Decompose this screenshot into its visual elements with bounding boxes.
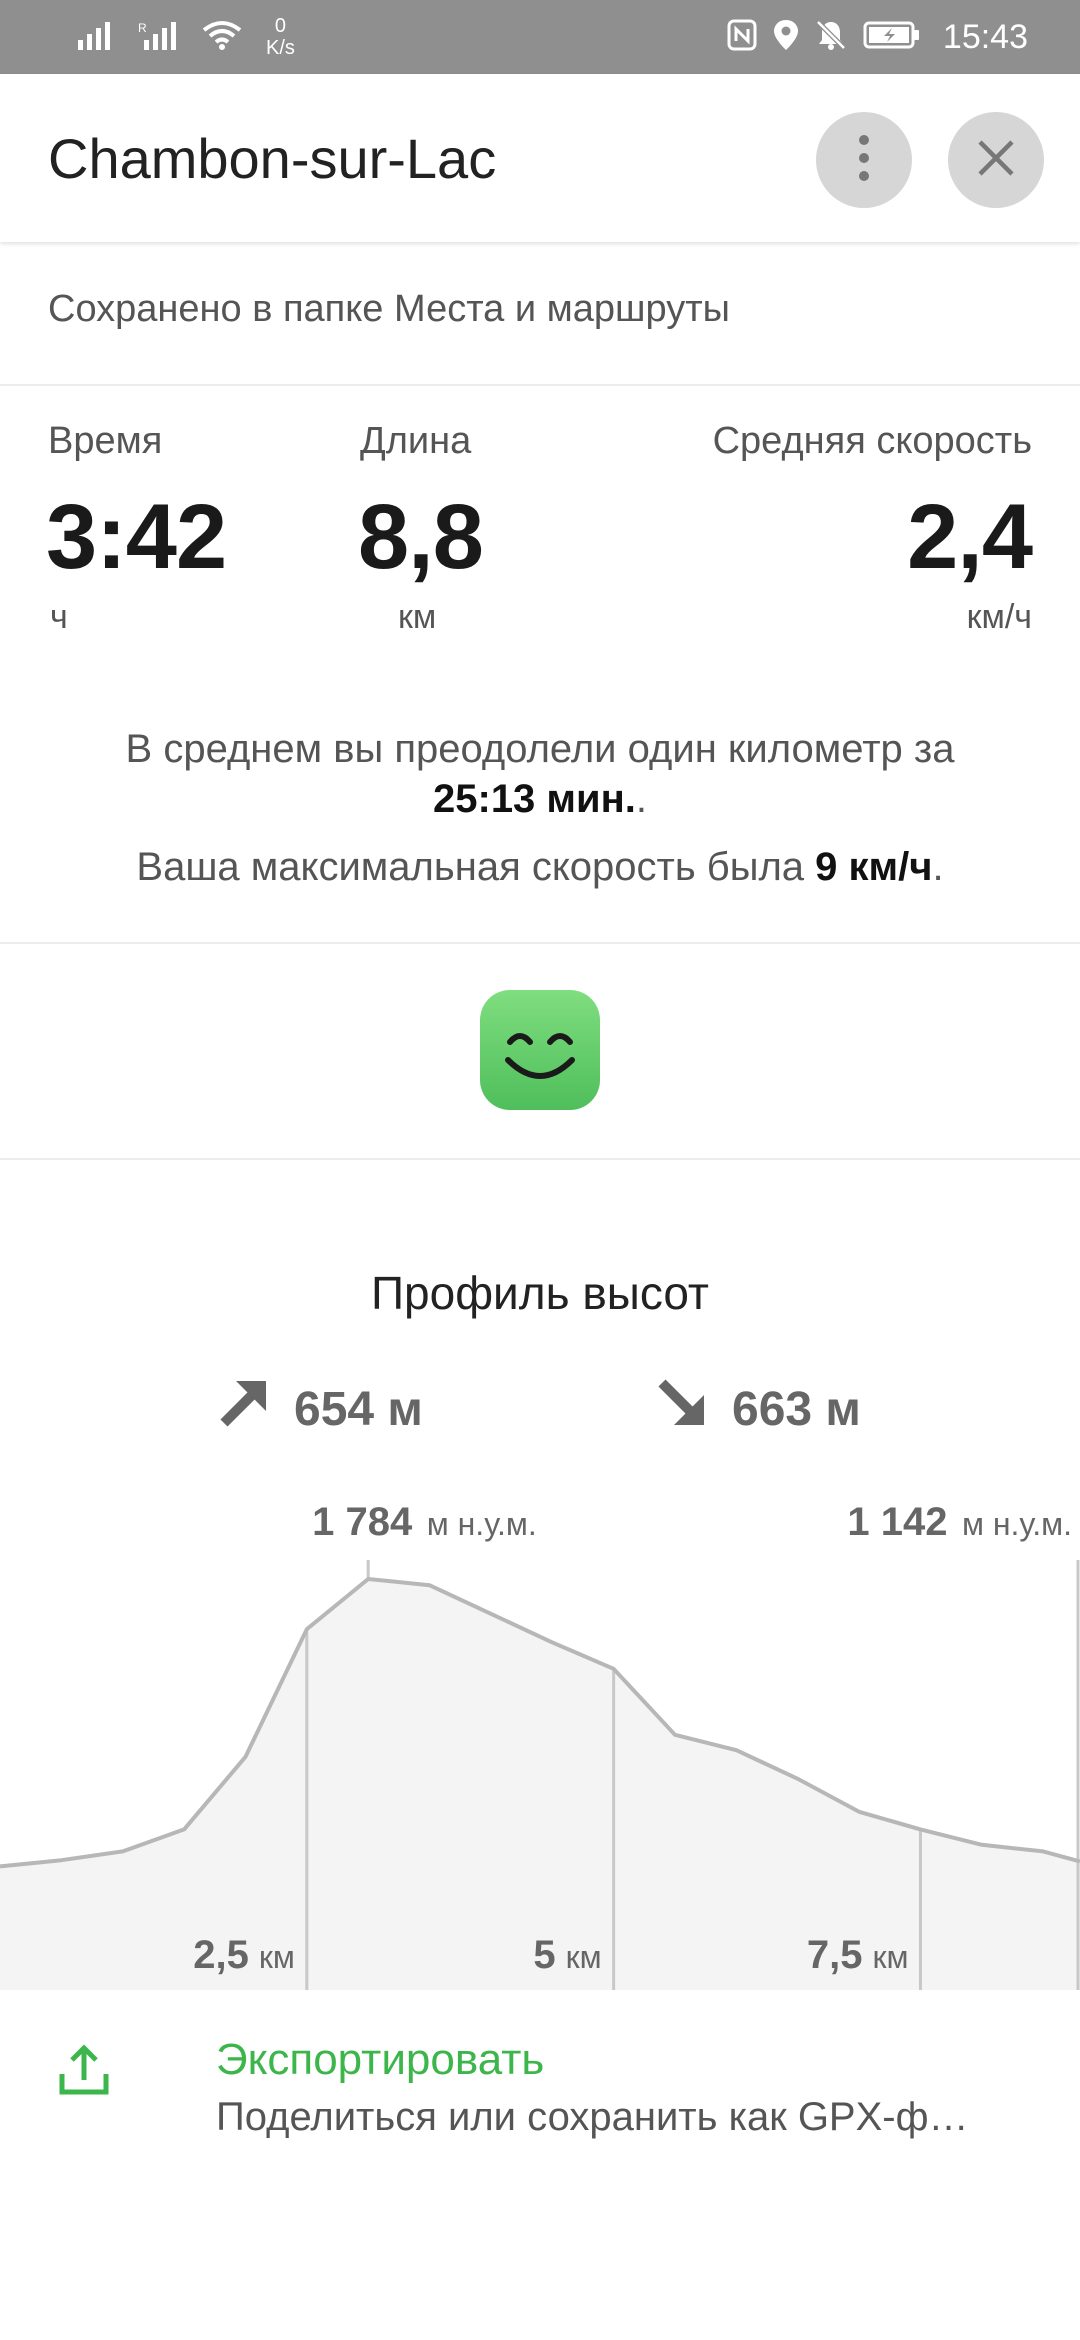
- close-button[interactable]: [948, 112, 1044, 208]
- saved-folder-text[interactable]: Сохранено в папке Места и маршруты: [48, 288, 730, 331]
- max-elevation-unit: м н.у.м.: [427, 1506, 537, 1542]
- x-tick-value: 7,5: [807, 1933, 863, 1977]
- x-tick-unit: км: [259, 1939, 295, 1975]
- clock: 15:43: [942, 17, 1028, 56]
- smiling-face-icon[interactable]: [480, 990, 600, 1110]
- svg-text:R: R: [138, 21, 147, 35]
- end-elevation-value: 1 142: [847, 1500, 947, 1544]
- more-options-button[interactable]: [816, 112, 912, 208]
- max-speed-suffix: .: [932, 845, 944, 889]
- x-tick-unit: км: [566, 1939, 602, 1975]
- export-title: Экспортировать: [216, 2035, 545, 2084]
- time-label: Время: [48, 420, 163, 462]
- elevation-title: Профиль высот: [370, 1267, 709, 1319]
- x-tick-label: 7,5 км: [807, 1933, 909, 1977]
- page-title: Chambon-sur-Lac: [48, 127, 497, 190]
- max-elevation-value: 1 784: [312, 1500, 413, 1544]
- arrow-down-right-icon: [654, 1375, 710, 1443]
- ascent-stat: 654 м: [216, 1375, 423, 1443]
- x-tick-label: 2,5 км: [193, 1933, 295, 1977]
- location-icon: [773, 19, 799, 56]
- elevation-chart[interactable]: 1 784 м н.у.м. 1 142 м н.у.м. 2,5 км 5 км 7,…: [0, 1480, 1080, 1990]
- descent-value: 663 м: [732, 1382, 861, 1436]
- share-upload-icon[interactable]: [52, 2040, 116, 2109]
- battery-charging-icon: [863, 20, 921, 55]
- end-elevation-unit: м н.у.м.: [962, 1506, 1072, 1542]
- x-tick-value: 5: [533, 1933, 555, 1977]
- divider: [0, 384, 1080, 386]
- status-bar: R 0 K/s 15:43: [0, 0, 1080, 74]
- max-speed-info: Ваша максимальная скорость была 9 км/ч.: [0, 842, 1080, 892]
- length-value: 8,8: [358, 486, 484, 588]
- avg-speed-value: 2,4: [907, 486, 1033, 588]
- more-vert-icon: [858, 134, 870, 187]
- signal-roaming-icon: R: [138, 20, 178, 55]
- bell-off-icon: [815, 19, 847, 56]
- time-unit: ч: [50, 598, 68, 636]
- max-speed-text: Ваша максимальная скорость была: [136, 845, 805, 889]
- signal-icon: [78, 20, 114, 55]
- pace-text: В среднем вы преодолели один километр за: [125, 727, 955, 771]
- wifi-icon: [202, 20, 242, 55]
- network-speed: 0 K/s: [266, 15, 295, 59]
- x-tick-value: 2,5: [193, 1933, 249, 1977]
- x-tick-unit: км: [872, 1939, 908, 1975]
- time-value: 3:42: [46, 486, 227, 588]
- avg-speed-unit: км/ч: [966, 598, 1032, 636]
- ascent-value: 654 м: [294, 1382, 423, 1436]
- x-tick-label: 5 км: [533, 1933, 601, 1977]
- pace-info: В среднем вы преодолели один километр за…: [0, 724, 1080, 824]
- arrow-up-right-icon: [216, 1375, 272, 1443]
- pace-suffix: .: [635, 777, 647, 821]
- app-bar: Chambon-sur-Lac: [0, 74, 1080, 242]
- max-speed-value: 9 км/ч: [815, 845, 933, 889]
- pace-value: 25:13 мин.: [433, 777, 636, 821]
- length-unit: км: [398, 598, 437, 636]
- close-icon: [976, 138, 1016, 183]
- descent-stat: 663 м: [654, 1375, 861, 1443]
- divider: [0, 1158, 1080, 1160]
- divider: [0, 942, 1080, 944]
- avg-speed-label: Средняя скорость: [712, 420, 1032, 462]
- nfc-icon: [727, 19, 757, 56]
- length-label: Длина: [360, 420, 472, 462]
- export-subtitle: Поделиться или сохранить как GPX-ф…: [216, 2095, 969, 2139]
